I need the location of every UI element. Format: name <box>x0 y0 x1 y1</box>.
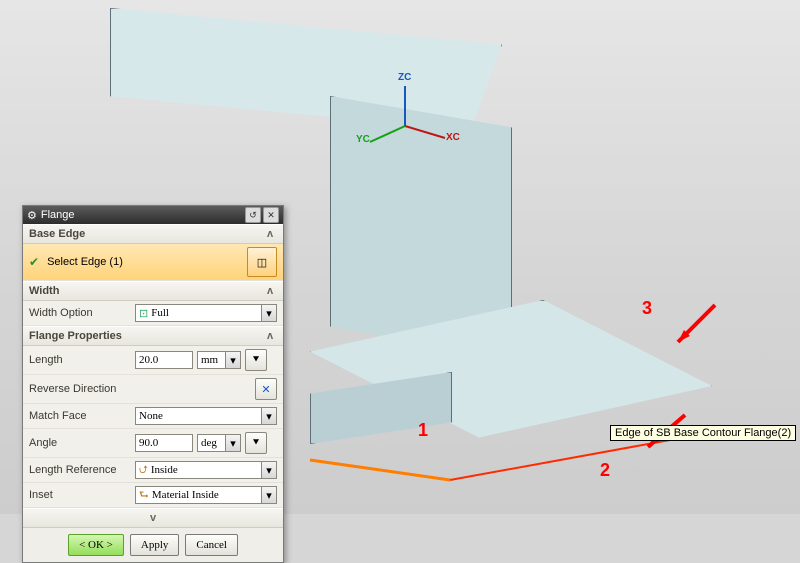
annotation-2: 2 <box>600 460 610 481</box>
inset-row: Inset ⮑ Material Inside ▾ <box>23 483 283 508</box>
triad-y-label: YC <box>356 134 370 145</box>
chevron-down-icon: ▾ <box>261 408 276 424</box>
cube-icon: ◫ <box>257 256 267 269</box>
full-icon: ⊡ <box>139 307 148 320</box>
match-face-value: None <box>139 410 261 422</box>
dialog-button-bar: < OK > Apply Cancel <box>23 528 283 562</box>
reverse-direction-button[interactable]: ✕ <box>255 378 277 400</box>
inset-value: Material Inside <box>152 489 261 501</box>
angle-spin-button[interactable]: ⯆ <box>245 432 267 454</box>
reverse-direction-row: Reverse Direction ✕ <box>23 375 283 404</box>
chevron-up-icon: ʌ <box>263 284 277 298</box>
inset-combo[interactable]: ⮑ Material Inside ▾ <box>135 486 277 504</box>
ok-button[interactable]: < OK > <box>68 534 124 556</box>
chevron-down-icon: ▾ <box>261 462 276 478</box>
length-input[interactable] <box>135 351 193 369</box>
dialog-reset-button[interactable]: ↺ <box>245 207 261 223</box>
dialog-close-button[interactable]: ✕ <box>263 207 279 223</box>
chevron-down-icon: ▾ <box>225 352 240 368</box>
section-label: Base Edge <box>29 228 85 240</box>
chevron-down-icon: v <box>146 511 160 525</box>
inset-label: Inset <box>29 489 131 501</box>
width-option-row: Width Option ⊡ Full ▾ <box>23 301 283 326</box>
ok-button-label: < OK > <box>79 539 113 551</box>
flange-dialog: ⚙ Flange ↺ ✕ Base Edge ʌ ✔ Select Edge (… <box>22 205 284 563</box>
select-edge-row[interactable]: ✔ Select Edge (1) ◫ <box>23 244 283 281</box>
match-face-label: Match Face <box>29 410 131 422</box>
section-label: Flange Properties <box>29 330 122 342</box>
cancel-button-label: Cancel <box>196 539 227 551</box>
edge-tooltip: Edge of SB Base Contour Flange(2) <box>610 425 796 441</box>
length-reference-row: Length Reference ⮍ Inside ▾ <box>23 458 283 483</box>
spin-icon: ⯆ <box>252 437 261 450</box>
chevron-down-icon: ▾ <box>225 435 240 451</box>
length-row: Length mm ▾ ⯆ <box>23 346 283 375</box>
annotation-3: 3 <box>642 298 652 319</box>
chevron-down-icon: ▾ <box>261 487 276 503</box>
spin-icon: ⯆ <box>252 354 261 367</box>
select-edge-label: Select Edge (1) <box>47 256 243 268</box>
angle-unit-value: deg <box>201 437 225 449</box>
length-label: Length <box>29 354 131 366</box>
dialog-titlebar[interactable]: ⚙ Flange ↺ ✕ <box>23 206 283 224</box>
width-option-label: Width Option <box>29 307 131 319</box>
reverse-icon: ✕ <box>261 383 270 396</box>
angle-row: Angle deg ▾ ⯆ <box>23 429 283 458</box>
section-header-flange-properties[interactable]: Flange Properties ʌ <box>23 326 283 346</box>
length-reference-value: Inside <box>151 464 261 476</box>
triad-x-label: XC <box>446 132 460 143</box>
checkmark-icon: ✔ <box>29 255 39 269</box>
dialog-title-text: Flange <box>41 209 243 221</box>
annotation-1: 1 <box>418 420 428 441</box>
section-collapse-bar[interactable]: v <box>23 508 283 528</box>
triad-z-label: ZC <box>398 72 411 83</box>
view-triad: XC YC ZC <box>350 76 460 156</box>
match-face-combo[interactable]: None ▾ <box>135 407 277 425</box>
annotation-arrow-3 <box>660 300 720 360</box>
apply-button-label: Apply <box>141 539 169 551</box>
match-face-row: Match Face None ▾ <box>23 404 283 429</box>
angle-label: Angle <box>29 437 131 449</box>
width-option-combo[interactable]: ⊡ Full ▾ <box>135 304 277 322</box>
length-spin-button[interactable]: ⯆ <box>245 349 267 371</box>
width-option-value: Full <box>151 307 261 319</box>
chevron-down-icon: ▾ <box>261 305 276 321</box>
angle-unit-combo[interactable]: deg ▾ <box>197 434 241 452</box>
length-reference-combo[interactable]: ⮍ Inside ▾ <box>135 461 277 479</box>
cancel-button[interactable]: Cancel <box>185 534 238 556</box>
gear-icon: ⚙ <box>27 209 37 222</box>
length-reference-label: Length Reference <box>29 464 131 476</box>
apply-button[interactable]: Apply <box>130 534 180 556</box>
chevron-up-icon: ʌ <box>263 329 277 343</box>
length-unit-value: mm <box>201 354 225 366</box>
section-header-base-edge[interactable]: Base Edge ʌ <box>23 224 283 244</box>
section-label: Width <box>29 285 59 297</box>
chevron-up-icon: ʌ <box>263 227 277 241</box>
inside-icon: ⮍ <box>139 461 148 480</box>
reverse-direction-label: Reverse Direction <box>29 383 251 395</box>
section-header-width[interactable]: Width ʌ <box>23 281 283 301</box>
angle-input[interactable] <box>135 434 193 452</box>
material-inside-icon: ⮑ <box>139 486 149 505</box>
length-unit-combo[interactable]: mm ▾ <box>197 351 241 369</box>
selection-scope-button[interactable]: ◫ <box>247 247 277 277</box>
